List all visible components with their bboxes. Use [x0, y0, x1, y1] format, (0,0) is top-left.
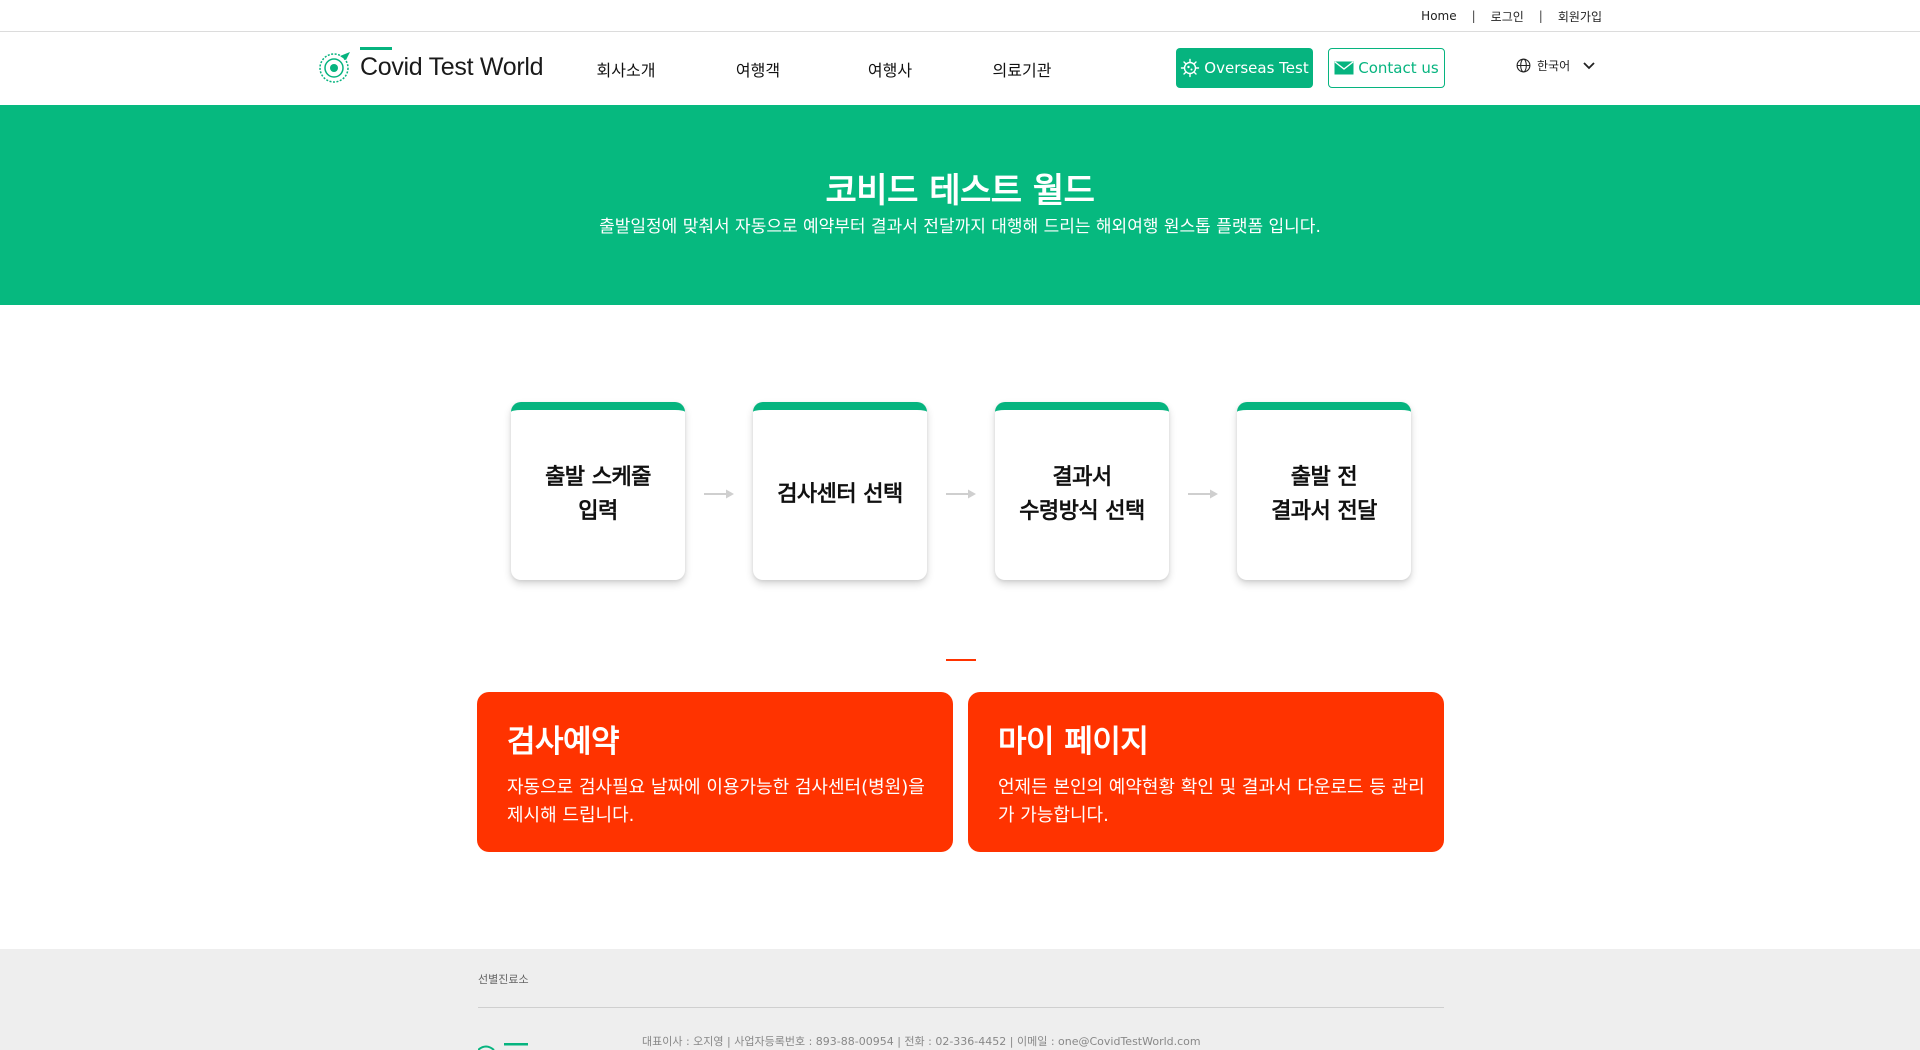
company-info: 대표이사 : 오지영 | 사업자등록번호 : 893-88-00954 | 전화…	[642, 1035, 1201, 1048]
hero-banner: 코비드 테스트 월드 출발일정에 맞춰서 자동으로 예약부터 결과서 전달까지 …	[0, 105, 1920, 305]
step-label: 출발 전 결과서 전달	[1271, 465, 1377, 524]
contact-us-button[interactable]: Contact us	[1328, 48, 1445, 88]
mail-icon	[1334, 61, 1354, 75]
home-link[interactable]: Home	[1421, 9, 1456, 23]
step-label: 검사센터 선택	[777, 482, 903, 507]
nav-item-medical-institutions[interactable]: 의료기관	[956, 57, 1088, 81]
step-card-test-center: 검사센터 선택	[753, 402, 927, 580]
overseas-test-button[interactable]: Overseas Test	[1176, 48, 1313, 88]
signup-link[interactable]: 회원가입	[1558, 8, 1602, 25]
nav-item-company[interactable]: 회사소개	[560, 57, 692, 81]
step-label: 출발 스케줄 입력	[545, 465, 651, 524]
card-title: 검사예약	[507, 724, 620, 760]
logo-globe-icon	[319, 52, 350, 83]
hero-title: 코비드 테스트 월드	[825, 171, 1095, 211]
overseas-test-label: Overseas Test	[1204, 59, 1309, 77]
nav-item-travelers[interactable]: 여행객	[692, 57, 824, 81]
site-logo[interactable]: Covid Test World	[318, 46, 544, 84]
language-selector[interactable]: 한국어	[1516, 57, 1596, 74]
arrow-right-icon	[946, 489, 976, 499]
language-label: 한국어	[1537, 59, 1571, 73]
globe-icon	[1516, 58, 1531, 73]
main-header: Covid Test World 회사소개 여행객 여행사 의료기관 Overs…	[0, 32, 1920, 105]
screening-clinic-link[interactable]: 선별진료소	[478, 971, 529, 987]
hero-subtitle: 출발일정에 맞춰서 자동으로 예약부터 결과서 전달까지 대행해 드리는 해외여…	[599, 217, 1321, 237]
test-reservation-card[interactable]: 검사예약 자동으로 검사필요 날짜에 이용가능한 검사센터(병원)을 제시해 드…	[477, 692, 953, 852]
separator: |	[1538, 9, 1543, 23]
top-utility-bar: Home | 로그인 | 회원가입	[0, 0, 1920, 32]
arrow-right-icon	[1188, 489, 1218, 499]
step-card-result-delivery: 출발 전 결과서 전달	[1237, 402, 1411, 580]
chevron-down-icon	[1583, 61, 1595, 69]
step-card-receive-method: 결과서 수령방식 선택	[995, 402, 1169, 580]
section-divider	[946, 659, 976, 661]
login-link[interactable]: 로그인	[1491, 8, 1524, 25]
step-label: 결과서 수령방식 선택	[1019, 465, 1145, 524]
my-page-card[interactable]: 마이 페이지 언제든 본인의 예약현황 확인 및 결과서 다운로드 등 관리가 …	[968, 692, 1444, 852]
nav-item-travel-agencies[interactable]: 여행사	[824, 57, 956, 81]
card-description: 언제든 본인의 예약현황 확인 및 결과서 다운로드 등 관리가 가능합니다.	[998, 777, 1425, 826]
card-description: 자동으로 검사필요 날짜에 이용가능한 검사센터(병원)을 제시해 드립니다.	[507, 777, 925, 826]
contact-us-label: Contact us	[1358, 59, 1439, 77]
main-nav: 회사소개 여행객 여행사 의료기관	[560, 32, 1088, 105]
card-title: 마이 페이지	[998, 724, 1149, 760]
logo-text: Covid Test World	[360, 46, 544, 81]
footer-divider	[478, 1007, 1444, 1008]
arrow-right-icon	[704, 489, 734, 499]
footer-logo-icon	[478, 1043, 528, 1050]
site-footer: 선별진료소 대표이사 : 오지영 | 사업자등록번호 : 893-88-0095…	[0, 949, 1920, 1050]
separator: |	[1471, 9, 1476, 23]
utility-links: Home | 로그인 | 회원가입	[1421, 0, 1602, 32]
step-card-schedule: 출발 스케줄 입력	[511, 402, 685, 580]
virus-icon	[1181, 58, 1200, 78]
